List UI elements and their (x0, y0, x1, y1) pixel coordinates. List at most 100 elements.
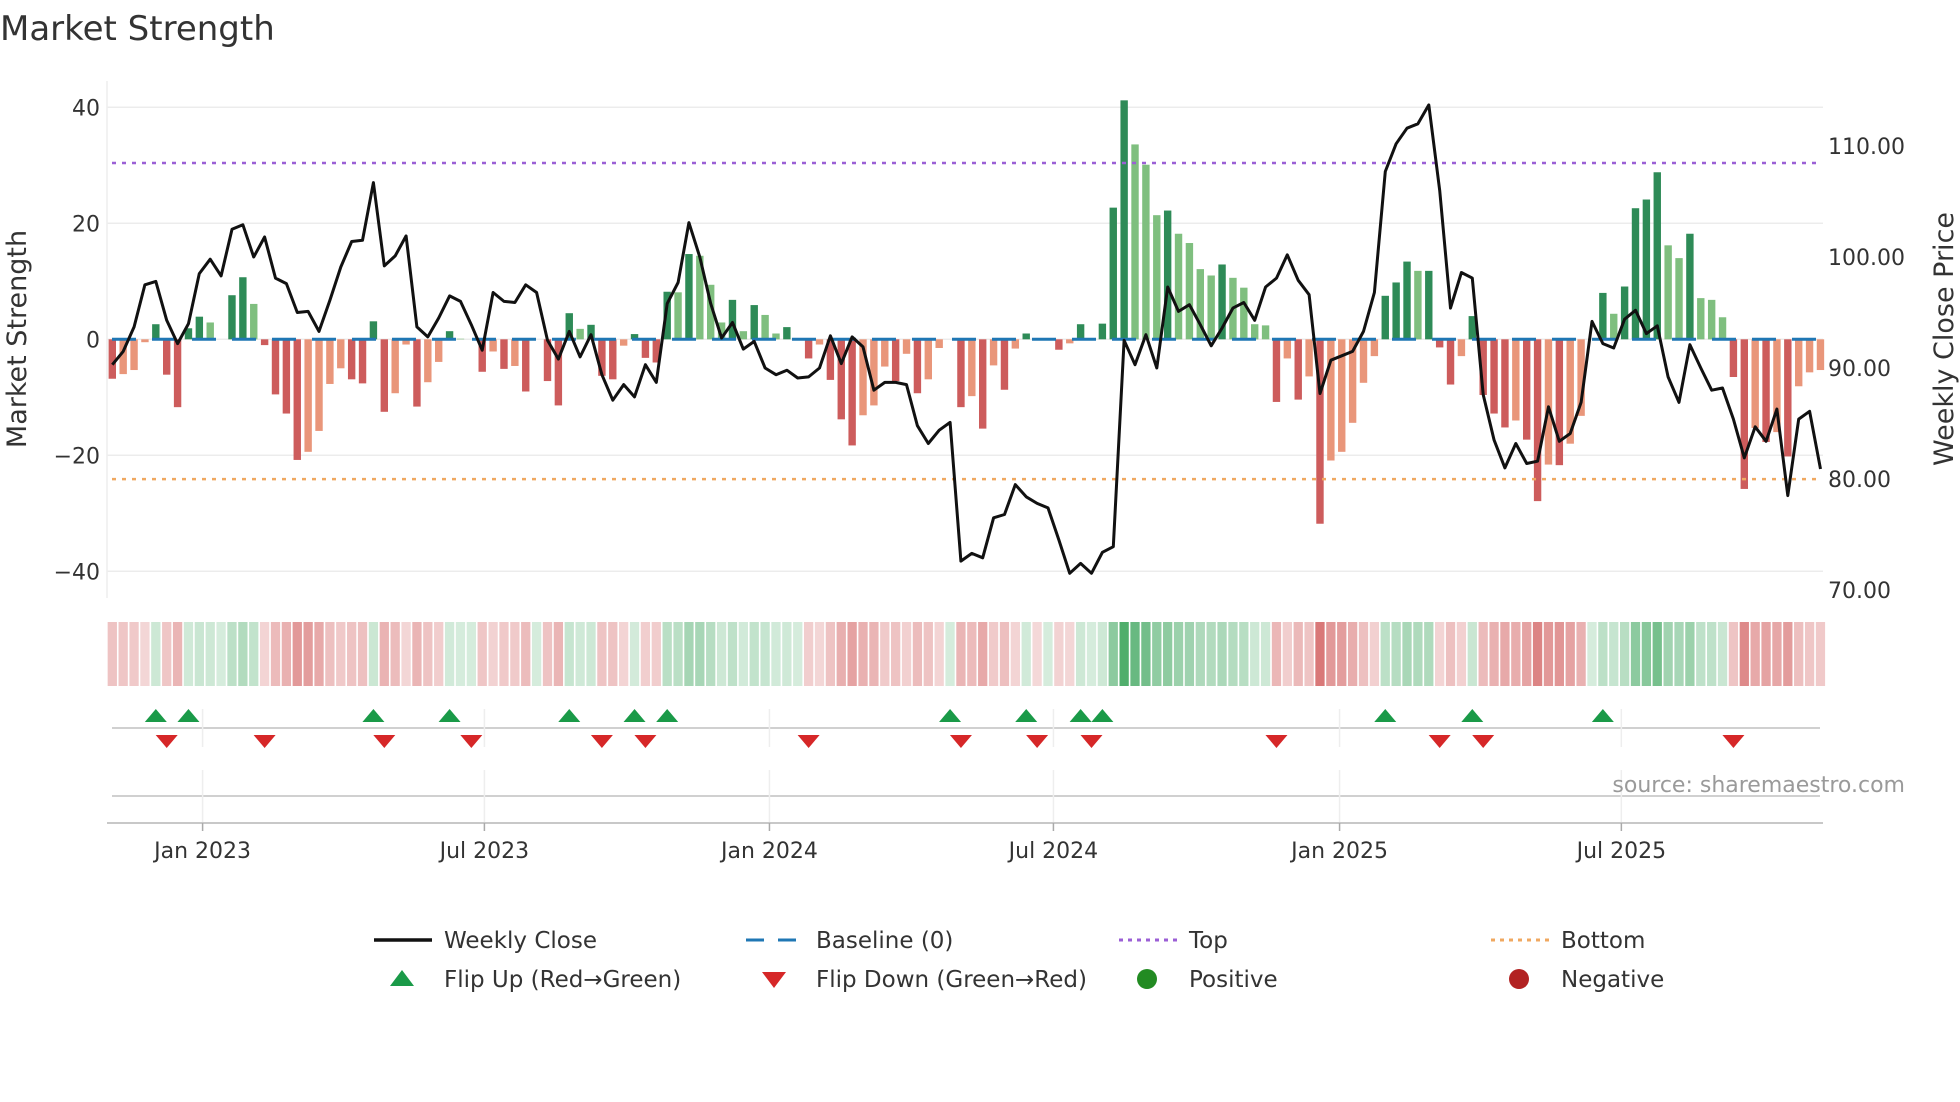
heat-strip-cell (1184, 622, 1195, 686)
legend-label: Weekly Close (444, 928, 597, 954)
strength-bar (619, 339, 628, 346)
y-axis-label: Market Strength (2, 230, 33, 448)
heat-strip-cell (1173, 622, 1184, 686)
strength-bar (1523, 339, 1531, 440)
x-tick-label: Jul 2023 (438, 839, 530, 864)
heat-strip-cell (619, 622, 629, 686)
heat-strip-cell (1630, 622, 1641, 686)
strength-bar (1762, 339, 1770, 442)
heat-strip-cell (1587, 622, 1597, 686)
strength-bar (1131, 144, 1139, 340)
strength-bar (783, 327, 791, 340)
heat-strip-cell (1217, 622, 1227, 686)
heat-strip-cell (347, 622, 357, 686)
heat-strip-cell (1358, 622, 1369, 686)
strength-bar (1686, 233, 1694, 340)
heat-strip-cell (1141, 622, 1151, 686)
heat-strip-cell (586, 622, 596, 686)
heat-strip-cell (1445, 622, 1456, 686)
flip-down-marker (590, 735, 613, 748)
heat-strip-cell (1804, 622, 1815, 686)
strength-bar (728, 299, 737, 340)
heat-strip-cell (314, 622, 324, 686)
strength-bar (1707, 299, 1716, 340)
strength-bar (380, 339, 388, 412)
strength-bar (685, 254, 693, 340)
heat-strip-cell (673, 622, 683, 686)
strength-bar (1740, 339, 1748, 489)
strength-bar (391, 339, 399, 394)
strength-bar (500, 339, 508, 369)
strength-bar (1816, 339, 1825, 371)
legend-label: Top (1188, 928, 1228, 954)
strength-bar (848, 339, 856, 446)
flip-up-marker (144, 709, 167, 722)
heat-strip-cell (1500, 622, 1510, 686)
heat-strip-cell (368, 622, 379, 686)
heat-strip-cell (1619, 622, 1630, 686)
heat-strip-cell (1652, 622, 1662, 686)
heat-strip-cell (967, 622, 977, 686)
strength-bar (424, 339, 432, 383)
heat-strip-cell (1152, 622, 1162, 686)
legend-label: Flip Up (Red→Green) (444, 967, 681, 993)
strength-bar (250, 303, 258, 340)
heat-strip-cell (1772, 622, 1782, 686)
heat-strip-cell (1424, 622, 1434, 686)
strength-bar (924, 339, 932, 380)
heat-strip-cell (847, 622, 857, 686)
flip-up-marker (1374, 709, 1397, 722)
strength-bar (1784, 339, 1792, 457)
heat-strip-cell (1391, 622, 1401, 686)
strength-bar (1305, 339, 1313, 377)
heat-strip-cell (1565, 622, 1575, 686)
flip-down-marker (1265, 735, 1288, 748)
strength-bar (206, 322, 214, 340)
heat-strip-cell (140, 622, 150, 686)
strength-bar (609, 339, 617, 380)
strength-bar (1697, 298, 1705, 340)
strength-bar (804, 339, 813, 359)
heat-strip-cell (1271, 622, 1282, 686)
heat-strip-cell (629, 622, 640, 686)
heat-strip-cell (1413, 622, 1423, 686)
strength-bar (989, 339, 998, 366)
strength-bar (1381, 295, 1389, 340)
heat-strip-cell (945, 622, 955, 686)
heat-strip-cell (1065, 622, 1075, 686)
y-tick-label: 20 (72, 212, 100, 237)
strength-bar (358, 339, 367, 384)
heat-strip-cell (880, 622, 890, 686)
circle-positive-icon (1137, 969, 1157, 989)
heat-strip-cell (227, 622, 237, 686)
heat-strip-cell (1750, 622, 1760, 686)
y-tick-label: −40 (54, 560, 100, 585)
strength-bar (511, 339, 519, 366)
strength-bar (1664, 245, 1672, 340)
y2-axis-label: Weekly Close Price (1929, 212, 1960, 466)
heat-strip-cell (651, 622, 661, 686)
heat-strip-cell (934, 622, 944, 686)
left-axis-ticks: 40 20 0 −20 −40 (54, 96, 100, 585)
heat-strip-cell (1228, 622, 1238, 686)
heat-strip-cell (1260, 622, 1271, 686)
heat-strip-cell (1696, 622, 1706, 686)
strength-bar (1631, 208, 1640, 340)
strength-bar (1403, 261, 1411, 340)
heat-strip-cell (727, 622, 738, 686)
strength-bar (347, 339, 356, 380)
heat-strip-cell (1532, 622, 1543, 686)
flip-up-marker (1461, 709, 1484, 722)
heat-strip-cell (390, 622, 400, 686)
flip-up-marker (1091, 709, 1114, 722)
heat-strip-cell (1250, 622, 1260, 686)
strength-bar (1174, 233, 1183, 340)
y2-tick-label: 100.00 (1828, 246, 1905, 271)
heat-strip-cell (1010, 622, 1020, 686)
heat-strip-cell (292, 622, 302, 686)
strength-bar (1642, 199, 1651, 340)
strength-bar (1555, 339, 1564, 466)
heat-strip-cell (793, 622, 803, 686)
heat-strip-cell (575, 622, 585, 686)
heat-strip-cell (303, 622, 313, 686)
